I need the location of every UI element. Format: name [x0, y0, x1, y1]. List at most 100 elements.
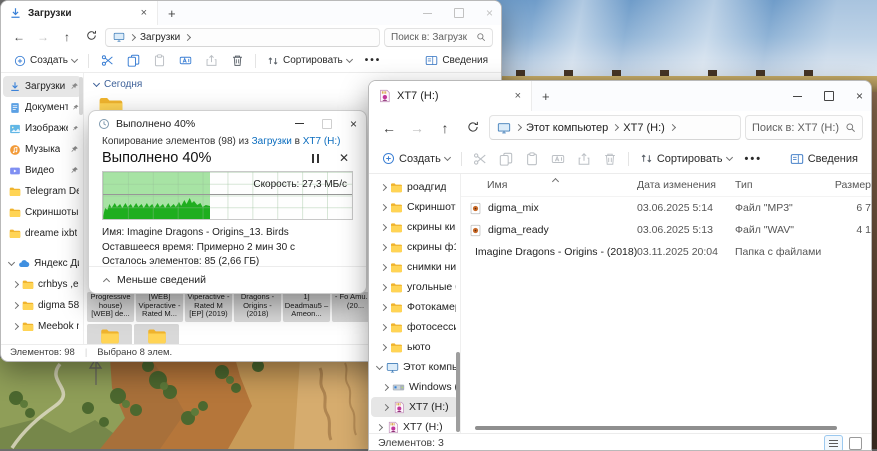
sidebar-item-screenshots[interactable]: Скриншоты: [371, 197, 458, 217]
paste-button[interactable]: [147, 54, 171, 67]
chevron-right-icon[interactable]: [380, 263, 387, 270]
group-header-today[interactable]: Сегодня: [94, 79, 142, 90]
cut-button[interactable]: [95, 54, 119, 67]
create-button[interactable]: Создать: [9, 55, 82, 67]
chevron-right-icon[interactable]: [382, 383, 389, 390]
sidebar-item-documents[interactable]: Документы: [3, 97, 81, 118]
source-link[interactable]: Загрузки: [252, 136, 292, 147]
breadcrumb-xt7[interactable]: XT7 (H:): [623, 122, 665, 134]
column-type[interactable]: Тип: [735, 179, 827, 191]
table-row[interactable]: digma_ready 03.06.2025 5:13 Файл "WAV" 4…: [461, 219, 871, 241]
paste-button[interactable]: [520, 152, 544, 166]
sidebar-item-crhbys[interactable]: crhbys ,erdfhz: [3, 274, 81, 295]
destination-link[interactable]: XT7 (H:): [303, 136, 341, 147]
breadcrumb-this-pc[interactable]: Этот компьютер: [526, 122, 608, 134]
chevron-right-icon[interactable]: [380, 303, 387, 310]
back-button[interactable]: ←: [9, 30, 29, 44]
details-pane-button[interactable]: Сведения: [420, 54, 493, 67]
chevron-right-icon[interactable]: [12, 281, 19, 288]
up-button[interactable]: ↑: [57, 30, 77, 44]
minimize-button[interactable]: [423, 13, 432, 14]
refresh-button[interactable]: [461, 120, 485, 136]
file-tile[interactable]: Viperactive - Rated M [EP] (2019): [185, 292, 232, 322]
file-tile[interactable]: [WEB] Viperactive - Rated M...: [136, 292, 183, 322]
tab-close-icon[interactable]: ×: [513, 90, 523, 102]
details-pane-button[interactable]: Сведения: [785, 152, 863, 166]
minimize-button[interactable]: [793, 96, 802, 97]
see-more-button[interactable]: •••: [739, 153, 769, 165]
forward-button[interactable]: →: [33, 30, 53, 44]
chevron-right-icon[interactable]: [380, 283, 387, 290]
sidebar-item-yuto[interactable]: ьюто: [371, 337, 458, 357]
cut-button[interactable]: [468, 152, 492, 166]
address-bar[interactable]: Этот компьютер XT7 (H:): [489, 115, 741, 140]
sidebar-item-xt7-selected[interactable]: XT7 (H:): [371, 397, 458, 417]
close-button[interactable]: ×: [486, 7, 493, 19]
forward-button[interactable]: →: [405, 120, 429, 136]
new-tab-button[interactable]: +: [542, 89, 550, 104]
rename-button[interactable]: [546, 152, 570, 166]
sidebar-item-ugolnye[interactable]: угольные бри: [371, 277, 458, 297]
column-name[interactable]: Имя: [461, 179, 637, 191]
breadcrumb-downloads[interactable]: Загрузки: [140, 32, 180, 43]
folder-tile[interactable]: [87, 324, 132, 344]
chevron-right-icon[interactable]: [380, 323, 387, 330]
sort-button[interactable]: Сортировать: [262, 55, 357, 67]
minimize-button[interactable]: [295, 123, 304, 124]
maximize-button[interactable]: [322, 119, 332, 129]
sort-button[interactable]: Сортировать: [635, 152, 737, 165]
sidebar-item-windows-c[interactable]: Windows (C:): [371, 377, 458, 397]
sidebar-item-skriny-f15[interactable]: скрины ф15зк: [371, 237, 458, 257]
chevron-right-icon[interactable]: [380, 183, 387, 190]
sidebar-item-screenshots[interactable]: Скриншоты: [3, 202, 81, 223]
sidebar-item-video[interactable]: Видео: [3, 160, 81, 181]
back-button[interactable]: ←: [377, 120, 401, 136]
up-button[interactable]: ↑: [433, 120, 457, 136]
maximize-button[interactable]: [454, 8, 464, 18]
share-button[interactable]: [572, 152, 596, 166]
see-more-button[interactable]: •••: [359, 55, 388, 66]
sidebar-scrollbar[interactable]: [79, 77, 83, 115]
copy-button[interactable]: [121, 54, 145, 67]
search-input[interactable]: Поиск в: Загрузк: [384, 28, 493, 47]
folder-tile[interactable]: [134, 324, 179, 344]
chevron-right-icon[interactable]: [380, 223, 387, 230]
sidebar-item-pictures[interactable]: Изображени: [3, 118, 81, 139]
chevron-right-icon[interactable]: [12, 302, 19, 309]
column-date[interactable]: Дата изменения: [637, 179, 735, 191]
sidebar-item-digma580[interactable]: digma 580: [3, 295, 81, 316]
create-button[interactable]: Создать: [377, 152, 455, 165]
sidebar-item-telegram[interactable]: Telegram Deskto: [3, 181, 81, 202]
chevron-right-icon[interactable]: [380, 243, 387, 250]
sidebar-item-fotokamera[interactable]: Фотокамера: [371, 297, 458, 317]
chevron-down-icon[interactable]: [8, 259, 15, 266]
sidebar-item-xt7[interactable]: XT7 (H:): [371, 417, 458, 433]
chevron-right-icon[interactable]: [376, 423, 383, 430]
file-tile[interactable]: Progressive house) [WEB] de...: [87, 292, 134, 322]
pause-button[interactable]: [312, 154, 319, 163]
chevron-down-icon[interactable]: [93, 80, 100, 87]
copy-button[interactable]: [494, 152, 518, 166]
delete-button[interactable]: [598, 152, 622, 166]
column-size[interactable]: Размер: [827, 179, 871, 191]
tab-downloads[interactable]: Загрузки ×: [1, 1, 158, 25]
delete-button[interactable]: [225, 54, 249, 67]
chevron-right-icon[interactable]: [382, 403, 389, 410]
sidebar-item-meebok[interactable]: Meebok m6c: [3, 316, 81, 337]
chevron-right-icon[interactable]: [380, 343, 387, 350]
share-button[interactable]: [199, 54, 223, 67]
file-tile[interactable]: 1] Deadmau5 – Ameon...: [283, 292, 330, 322]
sidebar-item-this-pc[interactable]: Этот компьютер: [371, 357, 458, 377]
sidebar-item-yandex-disk[interactable]: Яндекс Диск: [3, 253, 81, 274]
refresh-button[interactable]: [81, 30, 101, 44]
large-icons-view-button[interactable]: [849, 437, 862, 450]
cancel-copy-button[interactable]: ✕: [339, 151, 349, 165]
file-tile[interactable]: Dragons - Origins - (2018): [234, 292, 281, 322]
sidebar-item-music[interactable]: Музыка: [3, 139, 81, 160]
sidebar-item-skriny-kin[interactable]: скрины кин: [371, 217, 458, 237]
rename-button[interactable]: [173, 54, 197, 67]
table-row[interactable]: digma_mix 03.06.2025 5:14 Файл "MP3" 6 7: [461, 197, 871, 219]
chevron-right-icon[interactable]: [12, 323, 19, 330]
sidebar-item-snimki[interactable]: снимки нинке: [371, 257, 458, 277]
close-button[interactable]: ×: [350, 118, 357, 130]
